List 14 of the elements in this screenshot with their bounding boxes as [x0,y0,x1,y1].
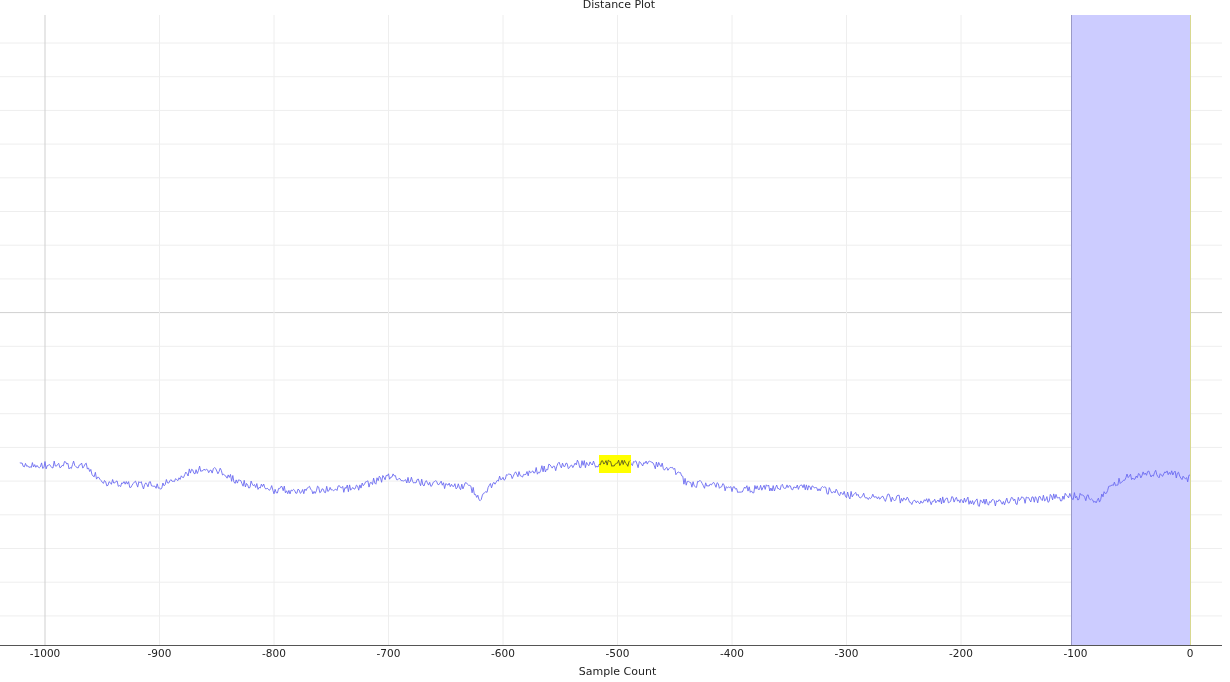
tick-label: -900 [147,647,172,659]
tick-label: -100 [1063,647,1088,659]
tick-label: -400 [720,647,744,659]
tick-label: 0 [1186,647,1194,659]
tick-label: -200 [949,647,973,659]
tick-label: -600 [491,647,515,659]
tick-label: -700 [376,647,401,659]
tick-label: -1000 [29,647,61,659]
highlight-marker [598,455,631,473]
tick-label: -800 [262,647,286,659]
tick-label: -300 [834,647,859,659]
tick-label: -500 [605,647,630,659]
axis-label: Sample Count [578,664,657,680]
chart-title: Distance Plot [582,0,656,10]
